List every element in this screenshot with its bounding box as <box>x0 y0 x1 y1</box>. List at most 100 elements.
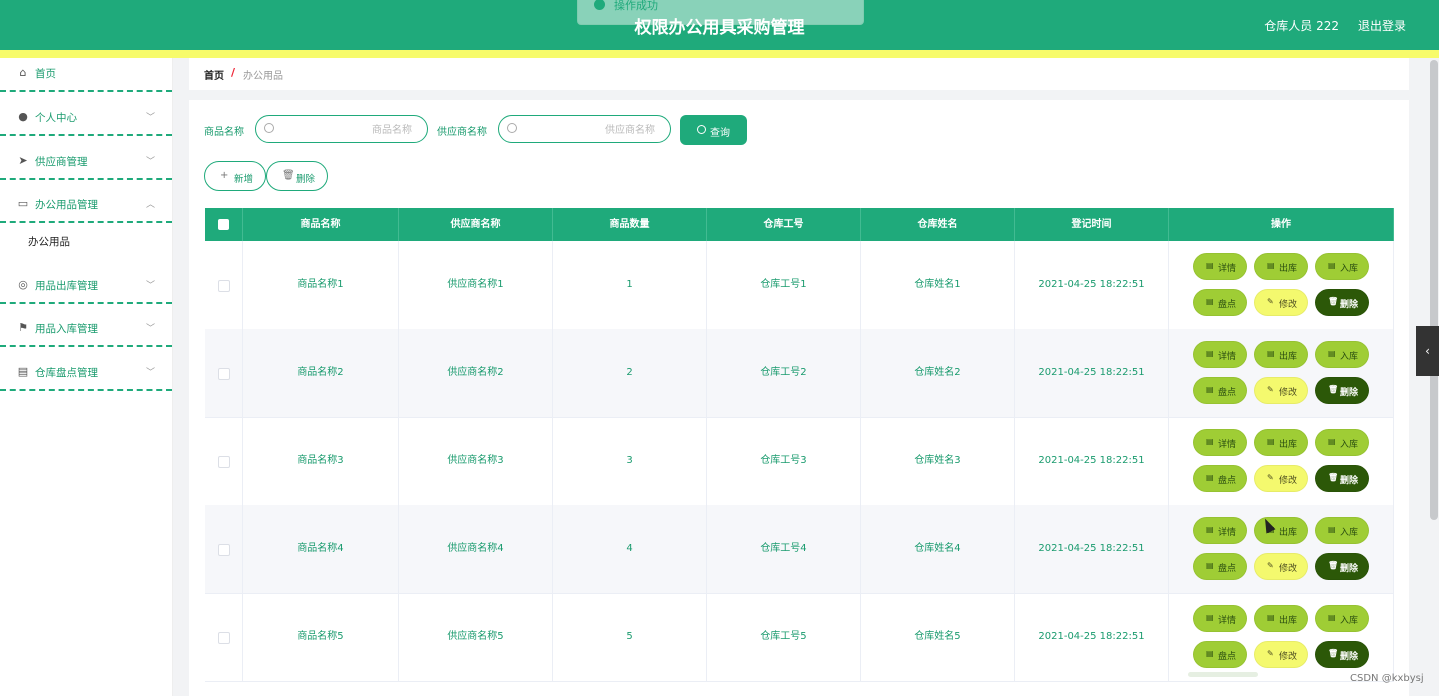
row-action-button-2[interactable]: ▤ 入库 <box>1315 253 1369 280</box>
row-action-button-0[interactable]: ▤ 详情 <box>1193 605 1247 632</box>
row-action-button-1[interactable]: ▤ 出库 <box>1254 341 1308 368</box>
briefcase-icon: ▭ <box>17 197 29 210</box>
row-select-cell <box>205 329 243 417</box>
action-label: 详情 <box>1218 528 1237 538</box>
action-icon: ▤ <box>1206 525 1214 534</box>
row-checkbox[interactable] <box>218 456 230 468</box>
collapse-panel-tab[interactable]: ‹ <box>1416 326 1439 376</box>
row-action-button-4[interactable]: ✎ 修改 <box>1254 465 1308 492</box>
sidebar-item-0[interactable]: ⌂ 首页 <box>0 58 172 92</box>
action-label: 盘点 <box>1218 564 1237 574</box>
row-action-button-5[interactable]: 🗑 删除 <box>1315 377 1369 404</box>
supplier-name-label: 供应商名称 <box>437 127 487 138</box>
action-icon: ▤ <box>1328 525 1336 534</box>
row-checkbox[interactable] <box>218 544 230 556</box>
row-action-button-0[interactable]: ▤ 详情 <box>1193 341 1247 368</box>
sidebar-item-5[interactable]: ⚑ 用品入库管理 ﹀ <box>0 313 172 347</box>
row-action-button-1[interactable]: ▤ 出库 <box>1254 429 1308 456</box>
sidebar-item-label: 仓库盘点管理 <box>35 367 98 379</box>
action-icon: ▤ <box>1267 437 1275 446</box>
supplier-name-input[interactable] <box>523 120 657 140</box>
table-cell: 4 <box>553 505 707 593</box>
row-action-button-3[interactable]: ▤ 盘点 <box>1193 289 1247 316</box>
table-cell: 仓库工号1 <box>707 241 861 329</box>
chevron-icon: ﹀ <box>145 157 155 167</box>
column-header: 登记时间 <box>1015 208 1169 241</box>
sidebar-item-2[interactable]: ➤ 供应商管理 ﹀ <box>0 146 172 180</box>
row-select-cell <box>205 417 243 505</box>
action-icon: ▤ <box>1206 561 1214 570</box>
row-action-button-4[interactable]: ✎ 修改 <box>1254 641 1308 668</box>
row-action-button-3[interactable]: ▤ 盘点 <box>1193 465 1247 492</box>
row-action-button-4[interactable]: ✎ 修改 <box>1254 377 1308 404</box>
query-button-label: 查询 <box>710 128 730 139</box>
action-icon: ▤ <box>1206 473 1214 482</box>
flag-icon: ⚑ <box>18 321 28 334</box>
row-action-button-5[interactable]: 🗑 删除 <box>1315 289 1369 316</box>
action-label: 出库 <box>1279 264 1298 274</box>
sidebar-item-4[interactable]: ◎ 用品出库管理 ﹀ <box>0 270 172 304</box>
send-icon: ➤ <box>18 154 28 167</box>
row-select-cell <box>205 593 243 681</box>
action-label: 删除 <box>1340 476 1359 486</box>
table-cell: 供应商名称4 <box>399 505 553 593</box>
row-action-button-1[interactable]: ▤ 出库 <box>1254 605 1308 632</box>
action-icon: ✎ <box>1267 473 1274 482</box>
action-icon: ▤ <box>1206 349 1214 358</box>
action-icon: 🗑 <box>1328 297 1339 306</box>
action-icon: ✎ <box>1267 297 1274 306</box>
submenu-item-office-supplies[interactable]: 办公用品 <box>0 225 172 255</box>
select-all-checkbox[interactable] <box>218 219 229 230</box>
main-panel: 商品名称 供应商名称 查询 + 新增 🗑 删除 商品名称供应商名称商品数量仓库工… <box>189 100 1409 696</box>
row-action-button-3[interactable]: ▤ 盘点 <box>1193 553 1247 580</box>
product-name-search[interactable] <box>255 115 428 143</box>
sidebar-item-6[interactable]: ▤ 仓库盘点管理 ﹀ <box>0 357 172 391</box>
action-icon: ▤ <box>1267 261 1275 270</box>
row-action-button-2[interactable]: ▤ 入库 <box>1315 429 1369 456</box>
row-action-button-0[interactable]: ▤ 详情 <box>1193 429 1247 456</box>
breadcrumb-home[interactable]: 首页 <box>204 67 224 82</box>
row-action-button-5[interactable]: 🗑 删除 <box>1315 465 1369 492</box>
logout-link[interactable]: 退出登录 <box>1358 17 1406 34</box>
row-action-button-5[interactable]: 🗑 删除 <box>1315 641 1369 668</box>
clipboard-icon: ▤ <box>17 365 29 378</box>
table-cell: 2021-04-25 18:22:51 <box>1015 593 1169 681</box>
row-checkbox[interactable] <box>218 368 230 380</box>
row-action-button-0[interactable]: ▤ 详情 <box>1193 517 1247 544</box>
add-button[interactable]: + 新增 <box>204 161 266 191</box>
row-action-button-1[interactable]: ▤ 出库 <box>1254 253 1308 280</box>
table-cell: 2021-04-25 18:22:51 <box>1015 241 1169 329</box>
supplier-name-search[interactable] <box>498 115 671 143</box>
bulk-delete-button[interactable]: 🗑 删除 <box>266 161 328 191</box>
column-header: 仓库工号 <box>707 208 861 241</box>
breadcrumb: 首页 / 办公用品 <box>189 58 1409 90</box>
row-checkbox[interactable] <box>218 280 230 292</box>
row-action-button-3[interactable]: ▤ 盘点 <box>1193 377 1247 404</box>
row-action-button-3[interactable]: ▤ 盘点 <box>1193 641 1247 668</box>
query-button[interactable]: 查询 <box>680 115 747 145</box>
sidebar-item-1[interactable]: ● 个人中心 ﹀ <box>0 102 172 136</box>
row-action-button-5[interactable]: 🗑 删除 <box>1315 553 1369 580</box>
table-cell: 供应商名称2 <box>399 329 553 417</box>
chevron-icon: ︿ <box>145 200 155 210</box>
row-action-button-4[interactable]: ✎ 修改 <box>1254 289 1308 316</box>
sidebar-item-3[interactable]: ▭ 办公用品管理 ︿ <box>0 189 172 223</box>
product-name-input[interactable] <box>280 120 414 140</box>
table-cell: 供应商名称5 <box>399 593 553 681</box>
action-label: 详情 <box>1218 440 1237 450</box>
scrollbar-thumb[interactable] <box>1430 60 1438 520</box>
column-header: 操作 <box>1169 208 1394 241</box>
row-select-cell <box>205 241 243 329</box>
row-checkbox[interactable] <box>218 632 230 644</box>
row-action-button-2[interactable]: ▤ 入库 <box>1315 605 1369 632</box>
row-action-button-4[interactable]: ✎ 修改 <box>1254 553 1308 580</box>
chevron-icon: ﹀ <box>145 368 155 378</box>
row-select-cell <box>205 505 243 593</box>
row-action-button-2[interactable]: ▤ 入库 <box>1315 517 1369 544</box>
compass-icon: ◎ <box>18 278 28 291</box>
action-label: 盘点 <box>1218 652 1237 662</box>
row-action-button-2[interactable]: ▤ 入库 <box>1315 341 1369 368</box>
row-action-button-0[interactable]: ▤ 详情 <box>1193 253 1247 280</box>
current-user: 仓库人员 222 <box>1264 19 1339 33</box>
action-label: 盘点 <box>1218 388 1237 398</box>
